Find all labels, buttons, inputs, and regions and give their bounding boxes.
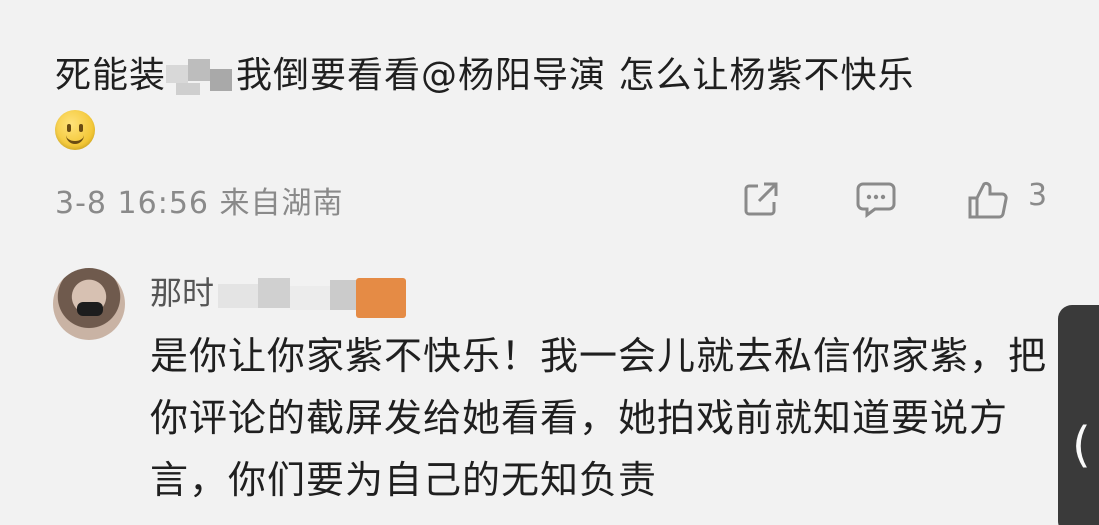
comment-meta: 3-8 16:56 来自湖南	[55, 186, 344, 221]
user-badge	[356, 278, 406, 318]
share-icon[interactable]	[742, 180, 780, 218]
comment-text: 死能装 我倒要看看@杨阳导演 怎么让杨紫不快乐	[55, 50, 914, 102]
comment-text-after: 我倒要看看@杨阳导演 怎么让杨紫不快乐	[236, 55, 915, 96]
side-panel-tab[interactable]: (	[1058, 305, 1099, 525]
reply-username-text: 那时	[150, 274, 215, 312]
comment-screen: 死能装 我倒要看看@杨阳导演 怎么让杨紫不快乐 3-8 16:56 来自湖南 3…	[0, 0, 1099, 525]
comment-icon[interactable]	[855, 180, 897, 218]
thumbs-up-icon[interactable]	[966, 180, 1010, 220]
comment-text-before: 死能装	[55, 55, 167, 96]
censor-mosaic	[166, 57, 236, 97]
like-count: 3	[1028, 178, 1048, 213]
reply-text: 是你让你家紫不快乐！我一会儿就去私信你家紫，把你评论的截屏发给她看看，她拍戏前就…	[150, 334, 1048, 502]
chevron-left-icon: (	[1072, 417, 1091, 473]
smile-emoji-icon	[55, 110, 95, 150]
avatar[interactable]	[53, 268, 125, 340]
